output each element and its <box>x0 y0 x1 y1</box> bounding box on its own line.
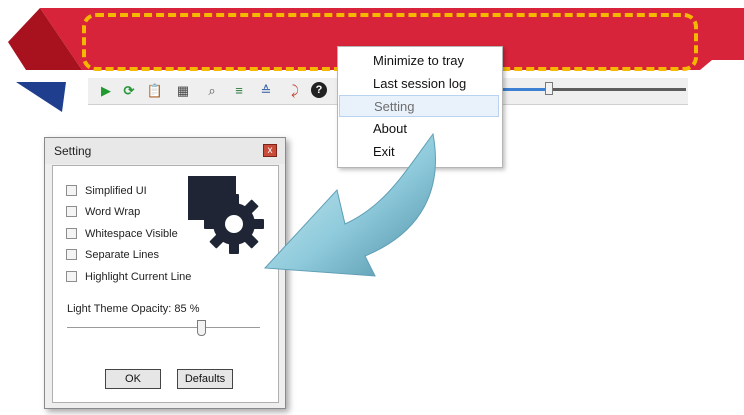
option-label: Separate Lines <box>85 249 159 261</box>
dialog-title: Setting <box>54 144 92 158</box>
toolbar-slider-thumb[interactable] <box>545 82 553 95</box>
arrow-body <box>263 132 436 277</box>
option-label: Highlight Current Line <box>85 271 192 283</box>
menu-item-last-session-log[interactable]: Last session log <box>339 73 499 95</box>
option-label: Whitespace Visible <box>85 228 178 240</box>
help-icon[interactable]: ? <box>311 82 327 98</box>
checkbox[interactable] <box>66 228 77 239</box>
defaults-button[interactable]: Defaults <box>177 369 233 389</box>
table-icon[interactable]: ▦ <box>174 82 192 100</box>
find-icon[interactable]: ⌕ <box>203 82 221 100</box>
pin-arrow-icon[interactable]: ⤸ <box>286 82 304 100</box>
opacity-label: Light Theme Opacity: 85 % <box>67 303 200 315</box>
toolbar-slider-fill <box>502 88 548 91</box>
checkbox[interactable] <box>66 271 77 282</box>
curved-arrow-icon <box>263 132 436 277</box>
menu-item-minimize-to-tray[interactable]: Minimize to tray <box>339 50 499 72</box>
checkbox[interactable] <box>66 249 77 260</box>
list-icon[interactable]: ≡ <box>230 82 248 100</box>
refresh-icon[interactable]: ⟳ <box>120 82 138 100</box>
opacity-slider-thumb[interactable] <box>197 320 206 336</box>
list-sort-icon[interactable]: ≙ <box>257 82 275 100</box>
option-label: Word Wrap <box>85 206 141 218</box>
clipboard-icon[interactable]: 📋 <box>146 82 164 100</box>
dialog-title-bar[interactable]: Setting x <box>45 138 285 164</box>
checkbox[interactable] <box>66 206 77 217</box>
opacity-slider-track[interactable] <box>67 327 260 329</box>
option-label: Simplified UI <box>85 185 147 197</box>
checkbox[interactable] <box>66 185 77 196</box>
play-icon[interactable]: ▶ <box>97 82 115 100</box>
menu-item-setting[interactable]: Setting <box>339 95 499 117</box>
ok-button[interactable]: OK <box>105 369 161 389</box>
banner-blue-corner <box>16 82 66 112</box>
